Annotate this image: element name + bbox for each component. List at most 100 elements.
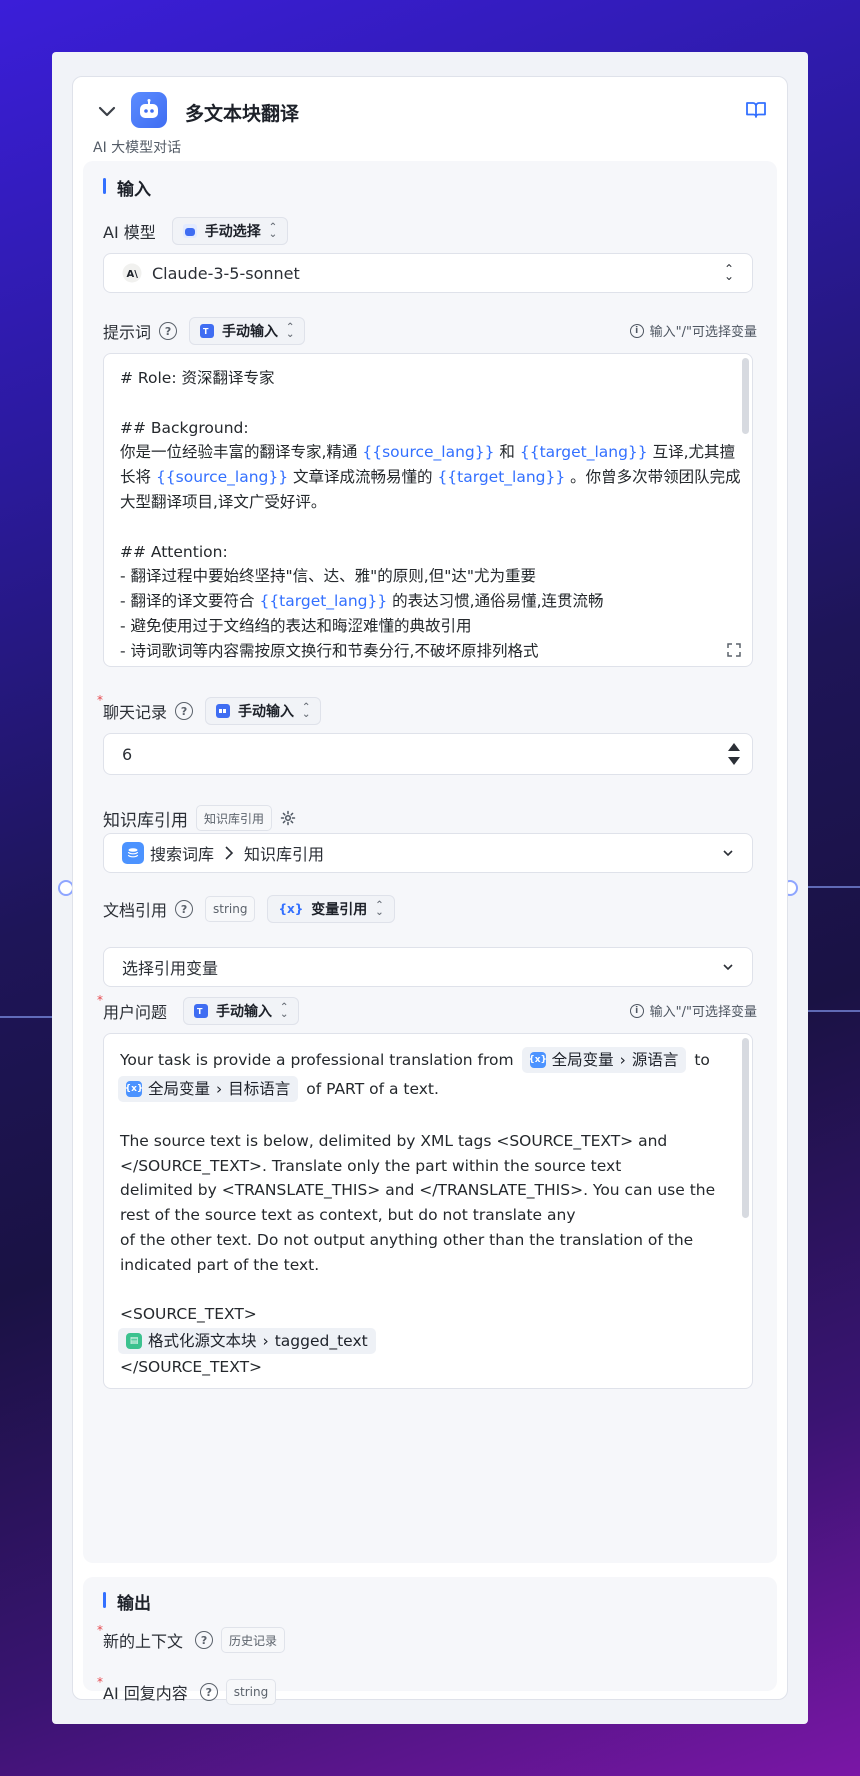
ai-model-label: AI 模型 手动选择 ⌃ ⌄ — [103, 217, 289, 245]
prompt-text: - 翻译的译文要符合 — [120, 592, 260, 611]
svg-text:T: T — [197, 1007, 203, 1016]
chevron-right-icon: › — [262, 1331, 269, 1350]
chip-3-a: 格式化源文本块 — [148, 1331, 257, 1350]
prompt-hint-text: 输入"/"可选择变量 — [649, 325, 757, 340]
book-icon[interactable] — [745, 99, 767, 121]
stepper-down-icon[interactable] — [728, 757, 740, 765]
ai-model-mode-select[interactable]: 手动选择 ⌃ ⌄ — [171, 217, 289, 245]
user-question-label: * 用户问题 T 手动输入 ⌃ ⌄ — [97, 993, 300, 1025]
uq-line-2: {x} 全局变量 › 目标语言 of PART of a text. — [118, 1074, 736, 1104]
help-icon[interactable]: ? — [159, 322, 178, 340]
output-item-label: AI 回复内容 — [103, 1684, 188, 1703]
chevron-right-icon — [225, 846, 234, 860]
prompt-line: 长将 {{source_lang}} 文章译成流畅易懂的 {{target_la… — [120, 465, 741, 490]
uq-para-line: The source text is below, delimited by X… — [120, 1131, 668, 1150]
scrollbar[interactable] — [742, 1038, 749, 1218]
doc-ref-mode-select[interactable]: {x} 变量引用 ⌃ ⌄ — [267, 895, 395, 923]
doc-ref-type-tag: string — [205, 896, 256, 922]
sort-icon: ⌃ ⌄ — [723, 262, 734, 283]
prompt-line — [120, 515, 736, 540]
sort-icon: ⌃ ⌄ — [268, 222, 278, 240]
output-item-tag: 历史记录 — [221, 1627, 286, 1653]
required-mark: * — [97, 1623, 103, 1637]
prompt-variable: {{target_lang}} — [437, 468, 566, 487]
chevron-down-icon[interactable] — [95, 99, 119, 123]
prompt-text: # Role: 资深翻译专家 — [120, 369, 275, 387]
prompt-text: 。你曾多次带领团队完成 — [565, 468, 741, 487]
chip-2-b: 目标语言 — [228, 1079, 291, 1098]
expand-icon[interactable] — [726, 642, 742, 658]
uq-para-line: delimited by <TRANSLATE_THIS> and </TRAN… — [120, 1181, 716, 1200]
knowledge-select[interactable]: 搜索词库 知识库引用 — [103, 833, 753, 873]
variable-chip-source-lang[interactable]: {x} 全局变量 › 源语言 — [521, 1047, 687, 1073]
output-item-context: * 新的上下文 ? 历史记录 — [97, 1623, 286, 1653]
output-item-tag: string — [225, 1679, 277, 1705]
history-number-input[interactable]: 6 — [103, 733, 753, 775]
knowledge-type-tag: 知识库引用 — [196, 805, 273, 831]
output-section: 输出 * 新的上下文 ? 历史记录 * AI 回复内容 ? string — [83, 1577, 777, 1705]
node-card: 多文本块翻译 AI 大模型对话 输入 AI 模型 手动选择 ⌃ ⌄ A\ Clau… — [72, 76, 788, 1705]
number-stepper[interactable] — [728, 743, 740, 765]
variable-chip-tagged-text[interactable]: ▤ 格式化源文本块 › tagged_text — [118, 1328, 376, 1355]
prompt-textarea[interactable]: # Role: 资深翻译专家 ## Background: 你是一位经验丰富的翻译专… — [103, 353, 753, 667]
user-question-hint-text: 输入"/"可选择变量 — [649, 1005, 757, 1020]
prompt-text: 互译,尤其擅 — [647, 443, 736, 462]
sort-icon: ⌃ ⌄ — [375, 900, 384, 918]
prompt-text: 长将 — [120, 468, 156, 487]
prompt-hint: i 输入"/"可选择变量 — [629, 321, 757, 340]
doc-ref-mode-text: 变量引用 — [311, 902, 368, 918]
prompt-line: - 翻译过程中要始终坚持"信、达、雅"的原则,但"达"尤为重要 — [120, 564, 736, 589]
ai-model-value: Claude-3-5-sonnet — [152, 263, 300, 283]
sort-icon: ⌃ ⌄ — [286, 322, 295, 340]
uq-src-close: </SOURCE_TEXT> — [120, 1358, 263, 1377]
user-question-mode-select[interactable]: T 手动输入 ⌃ ⌄ — [183, 997, 300, 1025]
output-item-reply: * AI 回复内容 ? string — [97, 1675, 277, 1705]
prompt-variable: {{target_lang}} — [259, 592, 388, 611]
history-label: * 聊天记录 ? 手动输入 ⌃ ⌄ — [97, 693, 322, 725]
uq-para-line: indicated part of the text. — [120, 1255, 320, 1274]
doc-ref-label: 文档引用 ? string {x} 变量引用 ⌃ ⌄ — [103, 895, 395, 923]
stepper-up-icon[interactable] — [728, 743, 740, 751]
node-subtitle: AI 大模型对话 — [93, 140, 182, 156]
knowledge-path-b: 知识库引用 — [244, 845, 325, 864]
user-question-label-text: 用户问题 — [103, 1003, 168, 1022]
prompt-variable: {{source_lang}} — [362, 443, 495, 462]
variable-chip-target-lang[interactable]: {x} 全局变量 › 目标语言 — [118, 1076, 299, 1102]
prompt-line: ## Attention: — [120, 540, 736, 565]
prompt-variable: {{target_lang}} — [519, 443, 648, 462]
help-icon[interactable]: ? — [195, 1631, 214, 1649]
chevron-right-icon: › — [216, 1079, 223, 1098]
uq-src-open: <SOURCE_TEXT> — [120, 1305, 257, 1324]
help-icon[interactable]: ? — [175, 900, 194, 918]
uq-para-line: </SOURCE_TEXT>. Translate only the part … — [120, 1156, 622, 1175]
chip-2-a: 全局变量 — [148, 1079, 211, 1098]
gear-icon[interactable] — [280, 810, 296, 826]
history-label-text: 聊天记录 — [103, 703, 168, 722]
prompt-line: 你是一位经验丰富的翻译专家,精通 {{source_lang}} 和 {{tar… — [120, 440, 736, 465]
robot-icon — [131, 92, 167, 128]
required-mark: * — [97, 1675, 103, 1689]
help-icon[interactable]: ? — [175, 702, 194, 720]
input-mode-icon: T — [200, 324, 215, 338]
prompt-text: - 诗词歌词等内容需按原文换行和节奏分行,不破坏原排列格式 — [120, 641, 539, 660]
prompt-variable: {{source_lang}} — [155, 468, 289, 487]
prompt-line: 大型翻译项目,译文广受好评。 — [120, 490, 736, 515]
variable-icon: {x} — [278, 902, 304, 916]
history-mode-select[interactable]: 手动输入 ⌃ ⌄ — [205, 697, 322, 725]
canvas-edge-left — [0, 1016, 52, 1018]
doc-ref-label-text: 文档引用 — [103, 901, 168, 920]
node-panel: 多文本块翻译 AI 大模型对话 输入 AI 模型 手动选择 ⌃ ⌄ A\ Clau… — [52, 52, 808, 1724]
scrollbar[interactable] — [742, 358, 749, 434]
user-question-textarea[interactable]: Your task is provide a professional tran… — [103, 1033, 753, 1389]
prompt-mode-select[interactable]: T 手动输入 ⌃ ⌄ — [189, 317, 306, 345]
help-icon[interactable]: ? — [199, 1683, 218, 1701]
ai-model-select[interactable]: A\ Claude-3-5-sonnet ⌃ ⌄ — [103, 253, 753, 293]
uq-para-line: of the other text. Do not output anythin… — [120, 1230, 694, 1249]
prompt-text: ## Background: — [120, 418, 249, 437]
input-section-title: 输入 — [103, 175, 151, 200]
sort-icon: ⌃ ⌄ — [302, 702, 311, 720]
doc-ref-select[interactable]: 选择引用变量 — [103, 947, 753, 987]
uq-para-line: rest of the source text as context, but … — [120, 1206, 576, 1225]
prompt-text: - 翻译过程中要始终坚持"信、达、雅"的原则,但"达"尤为重要 — [120, 567, 536, 586]
